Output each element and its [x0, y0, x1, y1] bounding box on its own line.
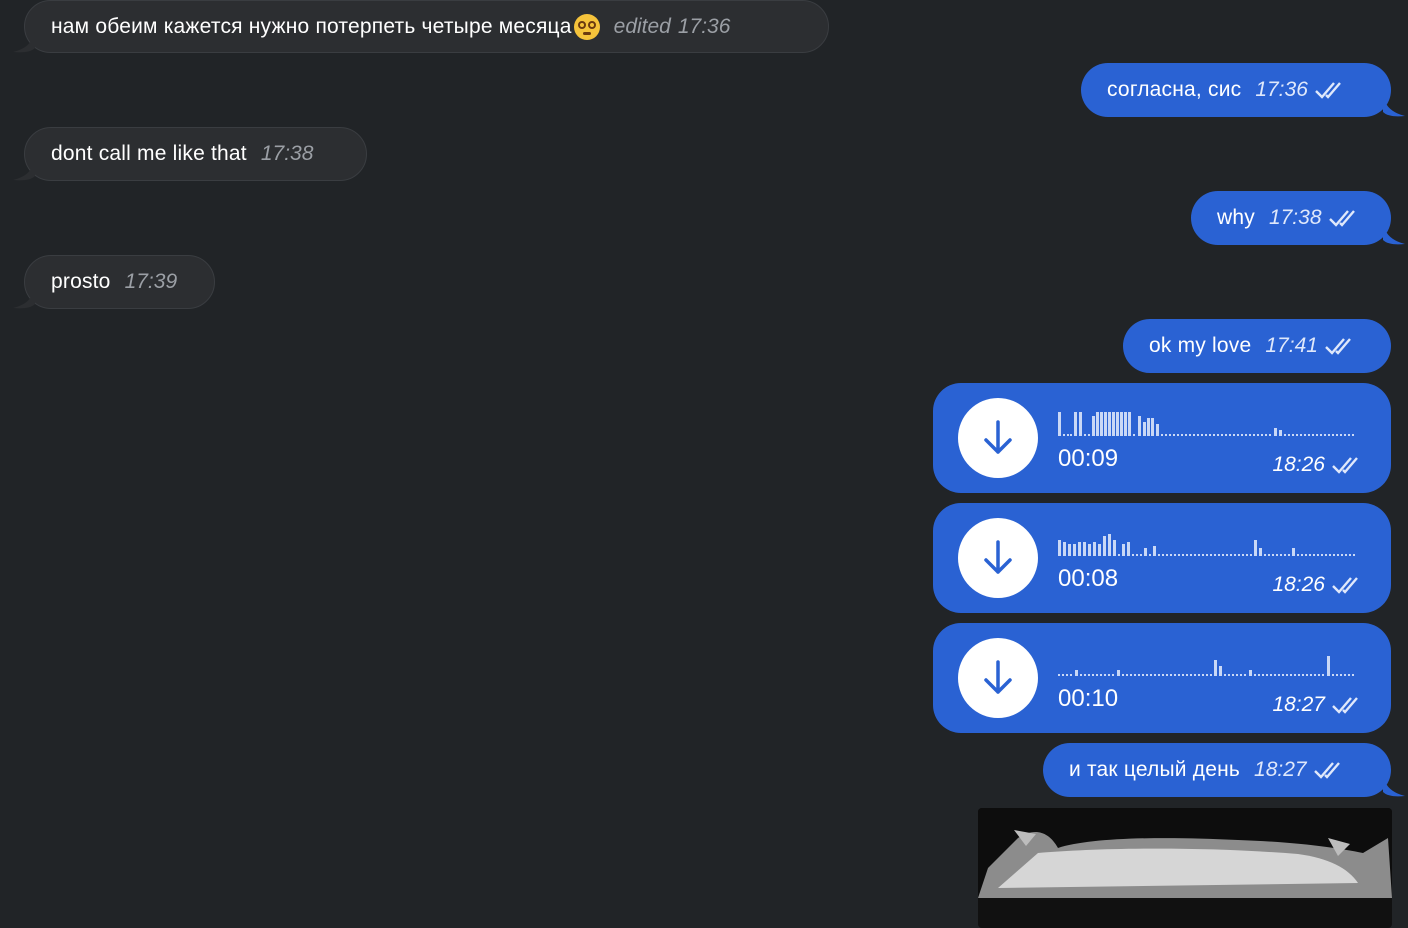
voice-download-button[interactable]: [958, 398, 1038, 478]
incoming-message[interactable]: prosto 17:39: [13, 255, 215, 309]
message-time: 18:27: [1272, 693, 1325, 716]
voice-download-button[interactable]: [958, 638, 1038, 718]
message-time: 17:38: [1268, 206, 1322, 229]
voice-message[interactable]: 00:10 18:27: [933, 623, 1391, 733]
message-time: 18:27: [1254, 758, 1307, 781]
message-text: согласна, сис: [1107, 78, 1242, 101]
download-arrow-icon: [984, 540, 1012, 574]
bubble-tail: [1383, 223, 1405, 245]
voice-message[interactable]: 00:09 18:26: [933, 383, 1391, 493]
message-time: 18:26: [1272, 453, 1325, 476]
chat-history[interactable]: нам обеим кажется нужно потерпеть четыре…: [0, 0, 1408, 928]
voice-message[interactable]: 00:08 18:26: [933, 503, 1391, 613]
outgoing-message[interactable]: согласна, сис 17:36: [1081, 63, 1405, 117]
message-time: 17:41: [1265, 334, 1318, 357]
message-time: 17:38: [260, 142, 314, 165]
incoming-message[interactable]: dont call me like that 17:38: [13, 127, 367, 181]
bubble-tail: [13, 287, 35, 309]
message-text: ok my love: [1149, 334, 1252, 357]
download-arrow-icon: [984, 660, 1012, 694]
voice-waveform[interactable]: [1058, 648, 1358, 676]
photo-thumbnail: [978, 808, 1392, 898]
voice-download-button[interactable]: [958, 518, 1038, 598]
bubble-tail: [1383, 95, 1405, 117]
voice-meta: 18:26: [1272, 453, 1363, 477]
double-check-icon: [1332, 457, 1358, 474]
message-text: нам обеим кажется нужно потерпеть четыре…: [51, 14, 572, 38]
voice-waveform[interactable]: [1058, 408, 1358, 436]
message-time: 17:39: [124, 270, 178, 293]
double-check-icon: [1313, 762, 1340, 779]
double-check-icon: [1332, 577, 1358, 594]
outgoing-message[interactable]: и так целый день 18:27: [1043, 743, 1405, 797]
download-arrow-icon: [984, 420, 1012, 454]
edited-label: edited: [613, 14, 671, 38]
message-time: 18:26: [1272, 573, 1325, 596]
double-check-icon: [1325, 338, 1351, 355]
bubble-tail: [13, 31, 35, 53]
voice-duration: 00:08: [1058, 565, 1119, 592]
message-text: dont call me like that: [51, 142, 247, 165]
outgoing-message[interactable]: ok my love 17:41: [1123, 319, 1391, 373]
outgoing-message[interactable]: why 17:38: [1191, 191, 1405, 245]
incoming-message[interactable]: нам обеим кажется нужно потерпеть четыре…: [13, 0, 829, 53]
voice-waveform[interactable]: [1058, 528, 1358, 556]
double-check-icon: [1328, 210, 1355, 227]
photo-message[interactable]: [978, 808, 1392, 928]
message-time: 17:36: [1255, 78, 1308, 101]
double-check-icon: [1332, 697, 1358, 714]
message-text: и так целый день: [1069, 758, 1241, 781]
voice-duration: 00:09: [1058, 445, 1119, 472]
bubble-tail: [1383, 775, 1405, 797]
double-check-icon: [1315, 82, 1341, 99]
voice-meta: 18:27: [1272, 693, 1363, 717]
bubble-tail: [13, 159, 35, 181]
voice-duration: 00:10: [1058, 685, 1119, 712]
message-time: 17:36: [677, 14, 731, 38]
message-text: why: [1217, 206, 1255, 229]
voice-meta: 18:26: [1272, 573, 1363, 597]
dizzy-face-emoji-icon: [573, 13, 600, 40]
message-text: prosto: [51, 270, 111, 293]
